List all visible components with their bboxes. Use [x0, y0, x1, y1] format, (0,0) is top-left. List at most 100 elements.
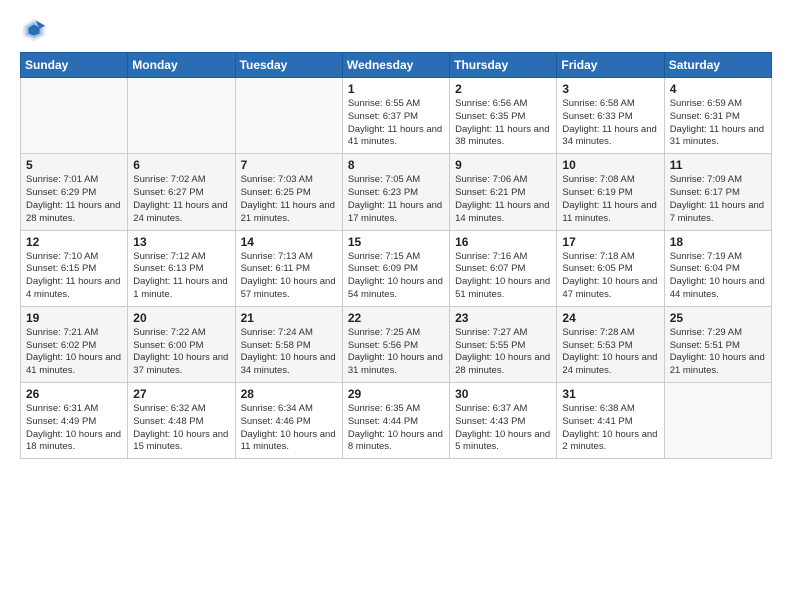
col-header-saturday: Saturday	[664, 53, 771, 78]
day-number: 23	[455, 311, 551, 325]
day-number: 30	[455, 387, 551, 401]
day-info: Sunrise: 6:37 AM Sunset: 4:43 PM Dayligh…	[455, 403, 551, 454]
day-info: Sunrise: 7:13 AM Sunset: 6:11 PM Dayligh…	[241, 251, 337, 302]
day-number: 22	[348, 311, 444, 325]
day-info: Sunrise: 7:24 AM Sunset: 5:58 PM Dayligh…	[241, 327, 337, 378]
day-number: 13	[133, 235, 229, 249]
col-header-monday: Monday	[128, 53, 235, 78]
day-number: 29	[348, 387, 444, 401]
logo	[20, 16, 52, 44]
day-number: 8	[348, 158, 444, 172]
day-number: 11	[670, 158, 766, 172]
day-info: Sunrise: 7:12 AM Sunset: 6:13 PM Dayligh…	[133, 251, 229, 302]
day-info: Sunrise: 6:38 AM Sunset: 4:41 PM Dayligh…	[562, 403, 658, 454]
col-header-wednesday: Wednesday	[342, 53, 449, 78]
calendar-cell: 21Sunrise: 7:24 AM Sunset: 5:58 PM Dayli…	[235, 306, 342, 382]
day-number: 20	[133, 311, 229, 325]
day-info: Sunrise: 7:15 AM Sunset: 6:09 PM Dayligh…	[348, 251, 444, 302]
calendar-week-row: 26 Sunrise: 6:31 AM Sunset: 4:49 PM Dayli…	[21, 383, 772, 459]
calendar-cell: 29Sunrise: 6:35 AM Sunset: 4:44 PM Dayli…	[342, 383, 449, 459]
calendar-cell: 27 Sunrise: 6:32 AM Sunset: 4:48 PM Dayli…	[128, 383, 235, 459]
calendar-week-row: 5 Sunrise: 7:01 AM Sunset: 6:29 PM Daylig…	[21, 154, 772, 230]
day-info: Sunrise: 7:29 AM Sunset: 5:51 PM Dayligh…	[670, 327, 766, 378]
calendar-cell: 13 Sunrise: 7:12 AM Sunset: 6:13 PM Dayli…	[128, 230, 235, 306]
day-info: Sunrise: 6:55 AM Sunset: 6:37 PM Dayligh…	[348, 98, 444, 149]
day-number: 24	[562, 311, 658, 325]
calendar-cell: 1 Sunrise: 6:55 AM Sunset: 6:37 PM Daylig…	[342, 78, 449, 154]
col-header-tuesday: Tuesday	[235, 53, 342, 78]
day-number: 17	[562, 235, 658, 249]
calendar-cell: 23Sunrise: 7:27 AM Sunset: 5:55 PM Dayli…	[450, 306, 557, 382]
calendar-cell: 31 Sunrise: 6:38 AM Sunset: 4:41 PM Dayli…	[557, 383, 664, 459]
day-number: 31	[562, 387, 658, 401]
day-info: Sunrise: 7:09 AM Sunset: 6:17 PM Dayligh…	[670, 174, 766, 225]
day-info: Sunrise: 7:28 AM Sunset: 5:53 PM Dayligh…	[562, 327, 658, 378]
day-info: Sunrise: 6:34 AM Sunset: 4:46 PM Dayligh…	[241, 403, 337, 454]
calendar-cell: 7 Sunrise: 7:03 AM Sunset: 6:25 PM Daylig…	[235, 154, 342, 230]
day-number: 7	[241, 158, 337, 172]
day-info: Sunrise: 7:25 AM Sunset: 5:56 PM Dayligh…	[348, 327, 444, 378]
calendar-cell: 14 Sunrise: 7:13 AM Sunset: 6:11 PM Dayli…	[235, 230, 342, 306]
col-header-friday: Friday	[557, 53, 664, 78]
day-number: 10	[562, 158, 658, 172]
day-number: 16	[455, 235, 551, 249]
header	[20, 16, 772, 44]
day-info: Sunrise: 7:08 AM Sunset: 6:19 PM Dayligh…	[562, 174, 658, 225]
calendar-cell	[128, 78, 235, 154]
calendar-cell: 19 Sunrise: 7:21 AM Sunset: 6:02 PM Dayli…	[21, 306, 128, 382]
day-number: 9	[455, 158, 551, 172]
calendar-cell: 4 Sunrise: 6:59 AM Sunset: 6:31 PM Daylig…	[664, 78, 771, 154]
day-number: 14	[241, 235, 337, 249]
calendar-cell	[21, 78, 128, 154]
col-header-thursday: Thursday	[450, 53, 557, 78]
day-info: Sunrise: 7:01 AM Sunset: 6:29 PM Dayligh…	[26, 174, 122, 225]
calendar-cell: 12 Sunrise: 7:10 AM Sunset: 6:15 PM Dayli…	[21, 230, 128, 306]
calendar-cell: 26 Sunrise: 6:31 AM Sunset: 4:49 PM Dayli…	[21, 383, 128, 459]
calendar-cell: 16 Sunrise: 7:16 AM Sunset: 6:07 PM Dayli…	[450, 230, 557, 306]
calendar-cell: 30 Sunrise: 6:37 AM Sunset: 4:43 PM Dayli…	[450, 383, 557, 459]
logo-icon	[20, 16, 48, 44]
day-number: 5	[26, 158, 122, 172]
day-number: 12	[26, 235, 122, 249]
calendar-cell: 24 Sunrise: 7:28 AM Sunset: 5:53 PM Dayli…	[557, 306, 664, 382]
day-number: 19	[26, 311, 122, 325]
calendar-cell: 2 Sunrise: 6:56 AM Sunset: 6:35 PM Daylig…	[450, 78, 557, 154]
calendar-table: SundayMondayTuesdayWednesdayThursdayFrid…	[20, 52, 772, 459]
calendar-week-row: 12 Sunrise: 7:10 AM Sunset: 6:15 PM Dayli…	[21, 230, 772, 306]
day-info: Sunrise: 7:22 AM Sunset: 6:00 PM Dayligh…	[133, 327, 229, 378]
day-info: Sunrise: 7:21 AM Sunset: 6:02 PM Dayligh…	[26, 327, 122, 378]
day-info: Sunrise: 7:03 AM Sunset: 6:25 PM Dayligh…	[241, 174, 337, 225]
calendar-week-row: 1 Sunrise: 6:55 AM Sunset: 6:37 PM Daylig…	[21, 78, 772, 154]
calendar-cell: 9 Sunrise: 7:06 AM Sunset: 6:21 PM Daylig…	[450, 154, 557, 230]
calendar-cell: 20 Sunrise: 7:22 AM Sunset: 6:00 PM Dayli…	[128, 306, 235, 382]
calendar-cell	[664, 383, 771, 459]
day-info: Sunrise: 7:05 AM Sunset: 6:23 PM Dayligh…	[348, 174, 444, 225]
day-number: 18	[670, 235, 766, 249]
calendar-cell: 6Sunrise: 7:02 AM Sunset: 6:27 PM Daylig…	[128, 154, 235, 230]
calendar-week-row: 19 Sunrise: 7:21 AM Sunset: 6:02 PM Dayli…	[21, 306, 772, 382]
day-number: 6	[133, 158, 229, 172]
col-header-sunday: Sunday	[21, 53, 128, 78]
day-info: Sunrise: 6:59 AM Sunset: 6:31 PM Dayligh…	[670, 98, 766, 149]
day-info: Sunrise: 6:58 AM Sunset: 6:33 PM Dayligh…	[562, 98, 658, 149]
calendar-cell: 22 Sunrise: 7:25 AM Sunset: 5:56 PM Dayli…	[342, 306, 449, 382]
day-info: Sunrise: 6:56 AM Sunset: 6:35 PM Dayligh…	[455, 98, 551, 149]
day-number: 1	[348, 82, 444, 96]
calendar-header-row: SundayMondayTuesdayWednesdayThursdayFrid…	[21, 53, 772, 78]
day-number: 2	[455, 82, 551, 96]
calendar-cell: 8 Sunrise: 7:05 AM Sunset: 6:23 PM Daylig…	[342, 154, 449, 230]
calendar-cell: 17Sunrise: 7:18 AM Sunset: 6:05 PM Dayli…	[557, 230, 664, 306]
day-info: Sunrise: 7:06 AM Sunset: 6:21 PM Dayligh…	[455, 174, 551, 225]
day-info: Sunrise: 7:10 AM Sunset: 6:15 PM Dayligh…	[26, 251, 122, 302]
day-info: Sunrise: 6:32 AM Sunset: 4:48 PM Dayligh…	[133, 403, 229, 454]
day-info: Sunrise: 6:31 AM Sunset: 4:49 PM Dayligh…	[26, 403, 122, 454]
calendar-cell: 3 Sunrise: 6:58 AM Sunset: 6:33 PM Daylig…	[557, 78, 664, 154]
day-number: 3	[562, 82, 658, 96]
calendar-cell: 15Sunrise: 7:15 AM Sunset: 6:09 PM Dayli…	[342, 230, 449, 306]
day-number: 27	[133, 387, 229, 401]
day-number: 4	[670, 82, 766, 96]
calendar-cell: 28Sunrise: 6:34 AM Sunset: 4:46 PM Dayli…	[235, 383, 342, 459]
day-info: Sunrise: 7:16 AM Sunset: 6:07 PM Dayligh…	[455, 251, 551, 302]
day-number: 26	[26, 387, 122, 401]
calendar-cell: 10 Sunrise: 7:08 AM Sunset: 6:19 PM Dayli…	[557, 154, 664, 230]
